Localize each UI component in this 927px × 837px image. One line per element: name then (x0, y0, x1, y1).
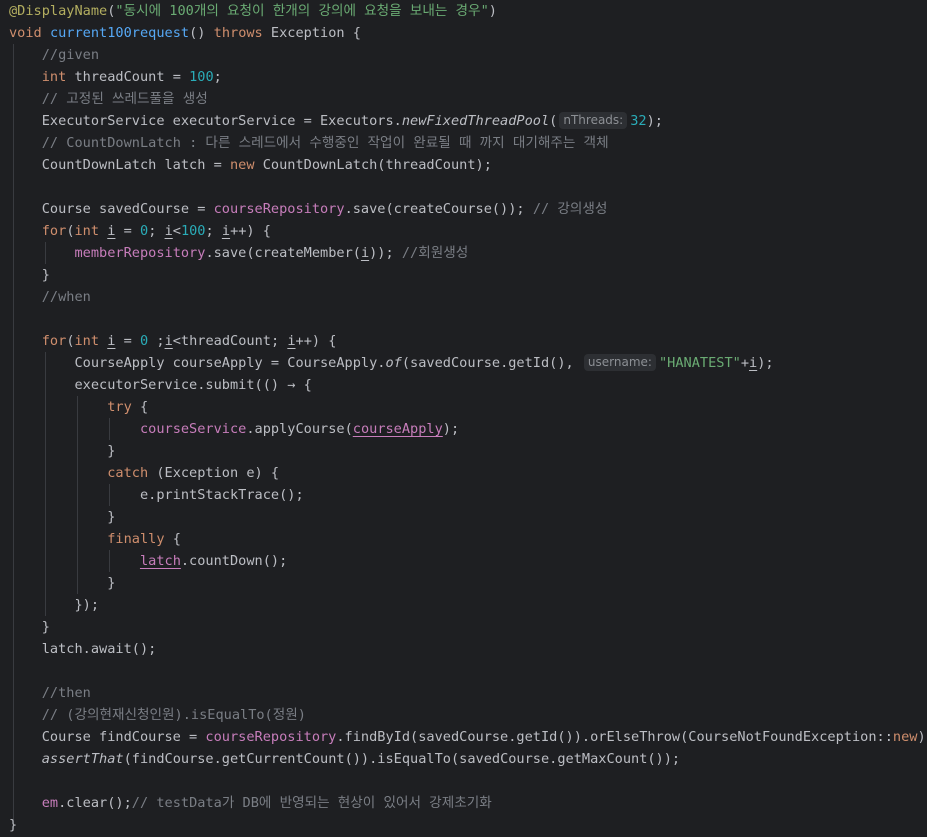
code-line-4[interactable]: int threadCount = 100; (9, 66, 927, 88)
code-area[interactable]: @DisplayName("동시에 100개의 요청이 한개의 강의에 요청을 … (9, 0, 927, 836)
code-line-36[interactable] (9, 770, 927, 792)
code-line-28[interactable]: }); (9, 594, 927, 616)
code-line-10[interactable]: Course savedCourse = courseRepository.sa… (9, 198, 927, 220)
code-line-13[interactable]: } (9, 264, 927, 286)
code-line-38[interactable]: } (9, 814, 927, 836)
comment: //회원생성 (401, 245, 469, 261)
code-line-31[interactable] (9, 660, 927, 682)
code-line-21[interactable]: } (9, 440, 927, 462)
comment: // 고정된 쓰레드풀을 생성 (41, 91, 208, 107)
code-line-1[interactable]: @DisplayName("동시에 100개의 요청이 한개의 강의에 요청을 … (9, 0, 927, 22)
code-line-27[interactable]: } (9, 572, 927, 594)
code-line-20[interactable]: courseService.applyCourse(courseApply); (9, 418, 927, 440)
code-line-26[interactable]: latch.countDown(); (9, 550, 927, 572)
code-line-29[interactable]: } (9, 616, 927, 638)
code-line-3[interactable]: //given (9, 44, 927, 66)
code-line-17[interactable]: CourseApply courseApply = CourseApply.of… (9, 352, 927, 374)
code-line-8[interactable]: CountDownLatch latch = new CountDownLatc… (9, 154, 927, 176)
code-line-37[interactable]: em.clear();// testData가 DB에 반영되는 현상이 있어서… (9, 792, 927, 814)
code-editor[interactable]: { "lines": [ ["@DisplayName", "(", "\"동시… (0, 0, 927, 837)
code-line-35[interactable]: assertThat(findCourse.getCurrentCount())… (9, 748, 927, 770)
code-line-18[interactable]: executorService.submit(() → { (9, 374, 927, 396)
comment: //given (41, 47, 100, 63)
code-line-16[interactable]: for(int i = 0 ;i<threadCount; i++) { (9, 330, 927, 352)
method-name: current100request (49, 25, 190, 41)
code-line-15[interactable] (9, 308, 927, 330)
code-line-23[interactable]: e.printStackTrace(); (9, 484, 927, 506)
code-line-22[interactable]: catch (Exception e) { (9, 462, 927, 484)
comment: //when (41, 289, 91, 305)
code-line-32[interactable]: //then (9, 682, 927, 704)
code-line-30[interactable]: latch.await(); (9, 638, 927, 660)
code-line-7[interactable]: // CountDownLatch : 다른 스레드에서 수행중인 작업이 완료… (9, 132, 927, 154)
parameter-hint: username: (583, 354, 656, 371)
comment: // 강의생성 (532, 201, 608, 217)
code-line-25[interactable]: finally { (9, 528, 927, 550)
code-line-24[interactable]: } (9, 506, 927, 528)
comment: // testData가 DB에 반영되는 현상이 있어서 강제초기화 (131, 795, 492, 811)
parameter-hint: nThreads: (559, 112, 628, 129)
annotation: @DisplayName (9, 3, 108, 19)
code-line-11[interactable]: for(int i = 0; i<100; i++) { (9, 220, 927, 242)
comment: // (강의현재신청인원).isEqualTo(정원) (41, 707, 306, 723)
code-line-9[interactable] (9, 176, 927, 198)
code-line-6[interactable]: ExecutorService executorService = Execut… (9, 110, 927, 132)
code-line-5[interactable]: // 고정된 쓰레드풀을 생성 (9, 88, 927, 110)
comment: // CountDownLatch : 다른 스레드에서 수행중인 작업이 완료… (41, 135, 609, 151)
code-line-33[interactable]: // (강의현재신청인원).isEqualTo(정원) (9, 704, 927, 726)
code-line-14[interactable]: //when (9, 286, 927, 308)
string-literal: "동시에 100개의 요청이 한개의 강의에 요청을 보내는 경우" (115, 3, 489, 19)
code-line-34[interactable]: Course findCourse = courseRepository.fin… (9, 726, 927, 748)
code-line-19[interactable]: try { (9, 396, 927, 418)
code-line-12[interactable]: memberRepository.save(createMember(i)); … (9, 242, 927, 264)
code-line-2[interactable]: void current100request() throws Exceptio… (9, 22, 927, 44)
comment: //then (41, 685, 91, 701)
